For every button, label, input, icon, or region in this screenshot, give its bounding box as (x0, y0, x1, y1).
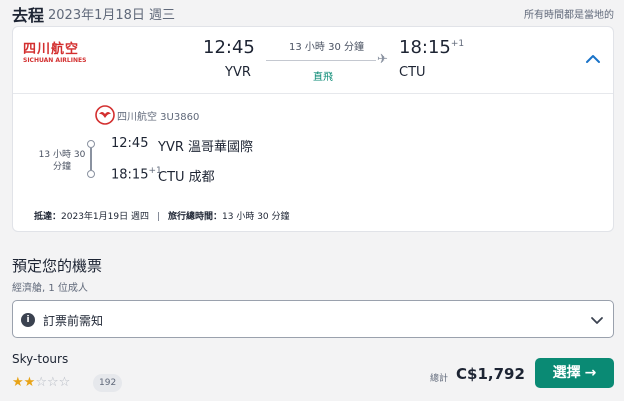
arrival-time: 18:15+1 (399, 37, 464, 58)
arrival-label: 抵達： (34, 212, 62, 222)
plane-icon: ✈ (377, 52, 388, 67)
total-travel-label: 旅行總時間： (168, 212, 223, 222)
arrival-value: 2023年1月19日 週四 (61, 212, 149, 222)
departure-code: YVR (225, 65, 251, 80)
timezone-note: 所有時間都是當地的 (524, 10, 614, 21)
booking-subtitle: 經濟艙, 1 位成人 (12, 283, 88, 294)
booking-title: 預定您的機票 (12, 257, 103, 275)
timeline-dot-arrival (87, 170, 95, 178)
select-button[interactable]: 選擇 → (535, 358, 614, 388)
trip-summary: 抵達：2023年1月19日 週四 | 旅行總時間：13 小時 30 分鐘 (34, 209, 290, 222)
airline-logo-en: SICHUAN AIRLINES (23, 57, 87, 64)
airline-logo-cn: 四川航空 (23, 42, 80, 57)
chevron-down-icon[interactable] (589, 313, 605, 327)
arrival-code: CTU (399, 65, 426, 80)
info-icon: i (21, 313, 35, 327)
agent-name: Sky-tours (12, 352, 69, 366)
star-empty-icon: ☆ (58, 375, 71, 390)
departure-time: 12:45 (203, 37, 255, 58)
segment-arrival-airport: CTU 成都 (158, 170, 215, 185)
arrival-day-offset: +1 (450, 39, 465, 49)
airline-logo: 四川航空 SICHUAN AIRLINES (23, 42, 87, 67)
airline-emblem-icon (95, 105, 115, 125)
segment-arrival-time-value: 18:15 (111, 167, 149, 183)
segment-arrival-time: 18:15+1 (111, 166, 162, 182)
outbound-header: 去程 2023年1月18日 週三 所有時間都是當地的 (12, 2, 614, 25)
total-travel-value: 13 小時 30 分鐘 (222, 212, 290, 222)
booking-notice-dropdown[interactable]: i 訂票前需知 (12, 300, 614, 338)
star-filled-icon: ★ (12, 375, 24, 390)
total-prefix: 總計 (430, 374, 449, 384)
segment-duration: 13 小時 30 分鐘 (38, 150, 86, 172)
arrival-time-value: 18:15 (399, 37, 451, 58)
star-filled-icon: ★ (23, 375, 36, 390)
flight-summary-row[interactable]: 四川航空 SICHUAN AIRLINES 12:45 YVR 13 小時 30… (13, 27, 613, 94)
notice-label: 訂票前需知 (43, 314, 104, 328)
star-empty-icon: ☆ (35, 375, 47, 390)
flight-card: 四川航空 SICHUAN AIRLINES 12:45 YVR 13 小時 30… (12, 26, 614, 232)
flight-duration: 13 小時 30 分鐘 (289, 42, 364, 53)
timeline-line (90, 148, 92, 170)
review-count: 192 (93, 374, 123, 392)
outbound-date: 2023年1月18日 週三 (48, 8, 176, 23)
segment-departure-time: 12:45 (111, 136, 149, 151)
summary-separator: | (156, 212, 161, 222)
timeline-dot-departure (87, 140, 95, 148)
segment-airline: 四川航空 3U3860 (117, 112, 200, 123)
segment-departure-airport: YVR 溫哥華國際 (158, 140, 253, 155)
star-empty-icon: ☆ (46, 375, 59, 390)
select-button-label: 選擇 (552, 365, 581, 381)
stops-label: 直飛 (313, 72, 333, 83)
outbound-title: 去程 (12, 6, 45, 25)
route-line (266, 60, 376, 61)
star-rating: ★★☆☆☆ (12, 375, 70, 390)
chevron-up-icon[interactable] (583, 51, 603, 67)
arrow-right-icon: → (584, 365, 597, 381)
total-price: C$1,792 (456, 365, 525, 383)
